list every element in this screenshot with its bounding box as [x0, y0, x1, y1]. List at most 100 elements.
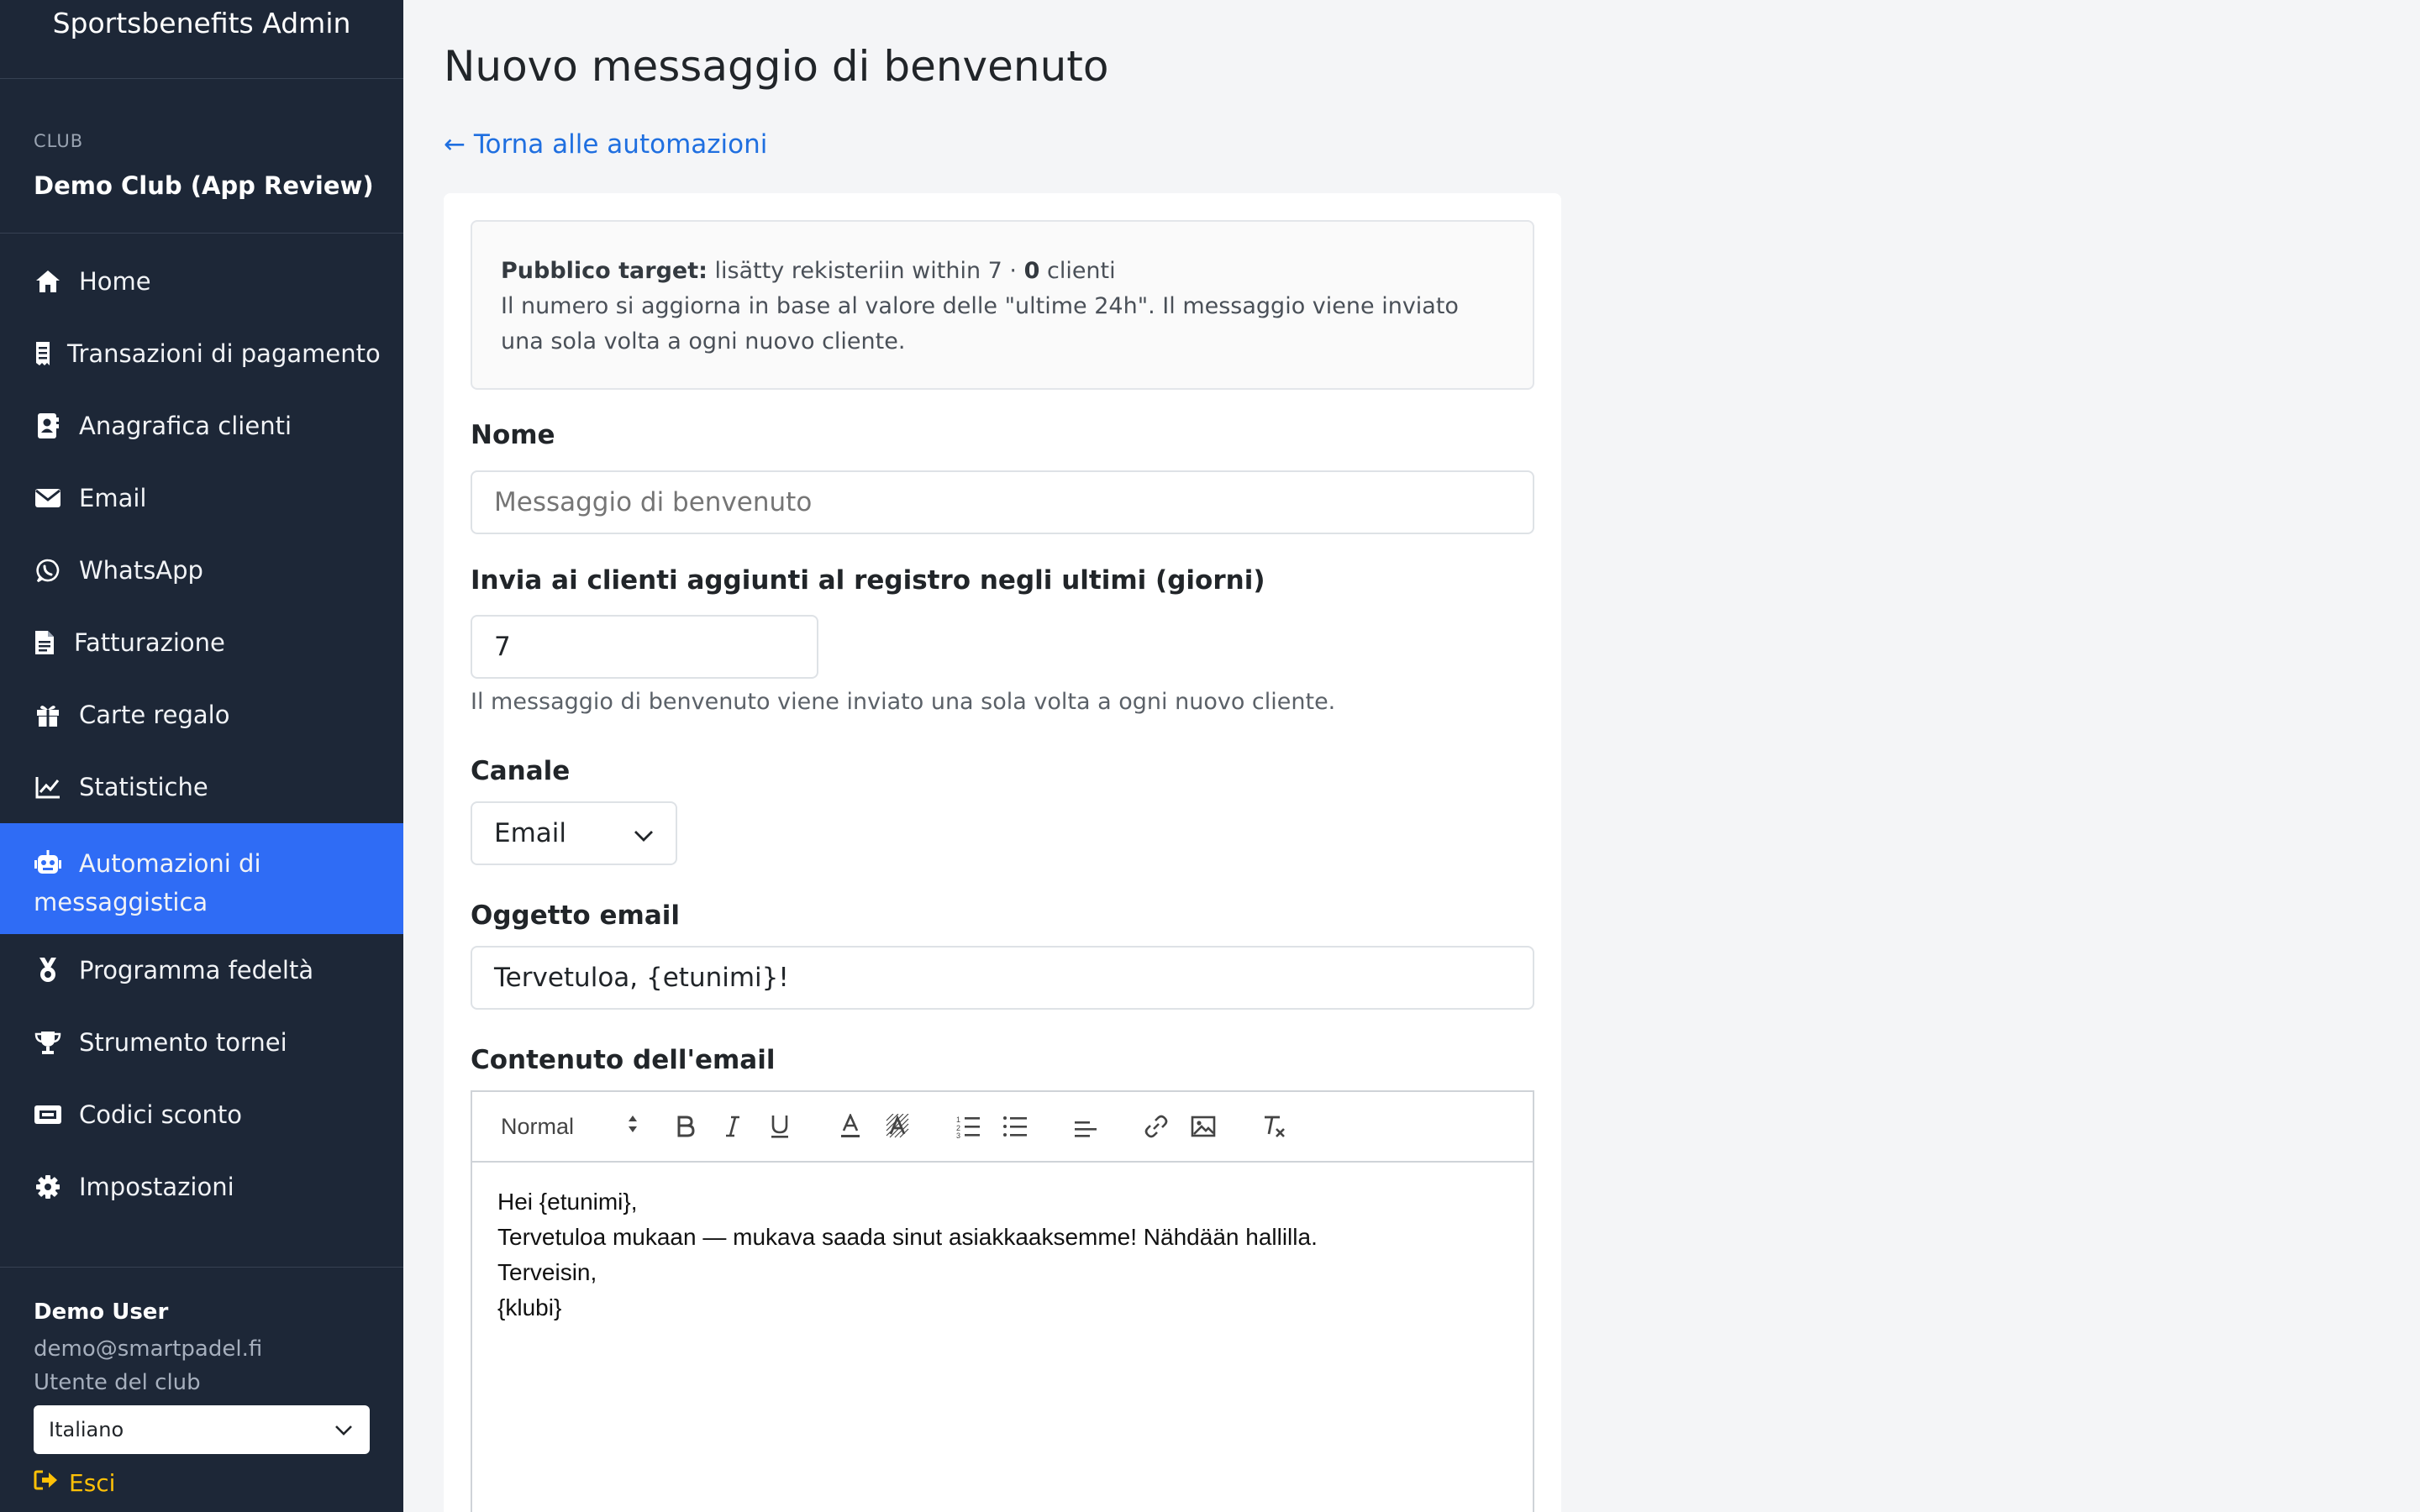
svg-text:1: 1 [956, 1116, 960, 1124]
link-icon[interactable] [1139, 1110, 1173, 1143]
background-color-icon[interactable] [881, 1110, 914, 1143]
club-block: CLUB Demo Club (App Review) [0, 79, 403, 234]
clear-format-icon[interactable] [1257, 1110, 1291, 1143]
back-link[interactable]: ← Torna alle automazioni [444, 129, 767, 160]
language-select[interactable]: Italiano [34, 1405, 370, 1454]
logout-button[interactable]: Esci [34, 1469, 370, 1497]
club-label: CLUB [34, 131, 84, 151]
sidebar-item-label: Email [79, 484, 147, 512]
audience-info-box: Pubblico target: lisätty rekisteriin wit… [471, 220, 1534, 390]
user-name: Demo User [34, 1299, 169, 1325]
sidebar-item-label: Statistiche [79, 773, 208, 801]
sidebar-item-automations-text: Automazioni di messaggistica [34, 849, 261, 916]
club-name: Demo Club (App Review) [34, 171, 374, 200]
chevron-down-icon [334, 1418, 353, 1441]
home-icon [34, 267, 62, 296]
whatsapp-icon [34, 556, 62, 585]
editor-line: Terveisin, [497, 1259, 597, 1285]
editor-content[interactable]: Hei {etunimi}, Tervetuloa mukaan — mukav… [472, 1163, 1533, 1347]
content-label: Contenuto dell'email [471, 1045, 776, 1075]
bold-icon[interactable] [669, 1110, 702, 1143]
audience-summary: Pubblico target: lisätty rekisteriin wit… [501, 254, 1504, 289]
channel-select[interactable]: Email [471, 801, 677, 865]
sidebar: Sportsbenefits Admin CLUB Demo Club (App… [0, 0, 403, 1512]
sidebar-item-label: Programma fedeltà [79, 956, 314, 984]
subject-input[interactable]: Tervetuloa, {etunimi}! [471, 946, 1534, 1010]
ticket-icon [34, 1100, 62, 1129]
contact-book-icon [34, 412, 62, 440]
rich-text-editor[interactable]: Normal 1 2 3 Hei {etunimi}, Tervetuloa m… [471, 1090, 1534, 1512]
sidebar-item-home[interactable]: Home [0, 245, 403, 318]
sidebar-item-automations[interactable]: Automazioni di messaggistica [0, 823, 403, 934]
days-help-text: Il messaggio di benvenuto viene inviato … [471, 689, 1336, 715]
ordered-list-icon[interactable]: 123 [951, 1110, 985, 1143]
editor-line: Hei {etunimi}, [497, 1189, 638, 1215]
align-icon[interactable] [1069, 1110, 1102, 1143]
sidebar-item-transactions[interactable]: Transazioni di pagamento [0, 318, 403, 390]
sidebar-item-loyalty[interactable]: Programma fedeltà [0, 934, 403, 1006]
channel-label: Canale [471, 756, 571, 786]
brand: Sportsbenefits Admin [0, 0, 403, 79]
sidebar-item-tournaments[interactable]: Strumento tornei [0, 1006, 403, 1079]
editor-toolbar: Normal 1 2 3 [472, 1092, 1533, 1163]
language-value: Italiano [49, 1418, 124, 1441]
chevron-down-icon [634, 818, 654, 848]
format-value: Normal [501, 1113, 575, 1139]
sidebar-item-billing[interactable]: Fatturazione [0, 606, 403, 679]
sidebar-item-clients[interactable]: Anagrafica clienti [0, 390, 403, 462]
gear-icon [34, 1173, 62, 1201]
robot-icon [34, 848, 62, 877]
italic-icon[interactable] [716, 1110, 750, 1143]
name-input[interactable] [471, 470, 1534, 534]
sidebar-item-whatsapp[interactable]: WhatsApp [0, 534, 403, 606]
sidebar-item-gift-cards[interactable]: Carte regalo [0, 679, 403, 751]
channel-value: Email [494, 818, 567, 848]
editor-line: Tervetuloa mukaan — mukava saada sinut a… [497, 1224, 1318, 1250]
sidebar-item-label: Transazioni di pagamento [67, 339, 381, 368]
subject-value: Tervetuloa, {etunimi}! [494, 963, 789, 993]
sidebar-item-label: Anagrafica clienti [79, 412, 292, 440]
days-input[interactable]: 7 [471, 615, 818, 679]
days-value: 7 [494, 632, 511, 662]
page-title: Nuovo messaggio di benvenuto [444, 42, 1109, 91]
sidebar-item-label: Codici sconto [79, 1100, 242, 1129]
user-email: demo@smartpadel.fi [34, 1336, 263, 1362]
audience-count: 0 [1023, 258, 1040, 284]
audience-text: lisätty rekisteriin within 7 · [714, 258, 1024, 284]
days-label: Invia ai clienti aggiunti al registro ne… [471, 565, 1265, 596]
sidebar-item-label: Strumento tornei [79, 1028, 287, 1057]
sort-arrows-icon [627, 1114, 639, 1140]
sidebar-nav: Home Transazioni di pagamento Anagrafica… [0, 234, 403, 1223]
sidebar-item-settings[interactable]: Impostazioni [0, 1151, 403, 1223]
brand-title: Sportsbenefits Admin [52, 7, 351, 39]
format-select[interactable]: Normal [501, 1110, 644, 1143]
sidebar-item-label: Fatturazione [74, 628, 225, 657]
text-color-icon[interactable] [834, 1110, 867, 1143]
bullet-list-icon[interactable] [998, 1110, 1032, 1143]
user-role: Utente del club [34, 1370, 201, 1395]
sidebar-item-email[interactable]: Email [0, 462, 403, 534]
sidebar-item-discount-codes[interactable]: Codici sconto [0, 1079, 403, 1151]
audience-count-suffix: clienti [1039, 258, 1116, 284]
form-card: Pubblico target: lisätty rekisteriin wit… [444, 193, 1561, 1512]
underline-icon[interactable] [763, 1110, 797, 1143]
logout-label: Esci [69, 1469, 116, 1497]
image-icon[interactable] [1186, 1110, 1220, 1143]
medal-icon [34, 956, 62, 984]
editor-line: {klubi} [497, 1294, 562, 1320]
receipt-icon [34, 339, 52, 368]
logout-icon [34, 1469, 59, 1497]
sidebar-item-label: WhatsApp [79, 556, 203, 585]
sidebar-item-label: Home [79, 267, 151, 296]
subject-label: Oggetto email [471, 900, 680, 931]
user-panel: Demo User demo@smartpadel.fi Utente del … [0, 1267, 403, 1497]
name-label: Nome [471, 420, 555, 450]
trophy-icon [34, 1028, 62, 1057]
invoice-icon [34, 628, 55, 657]
audience-description: Il numero si aggiorna in base al valore … [501, 293, 1459, 354]
sidebar-item-label: Automazioni di messaggistica [34, 843, 403, 921]
svg-text:3: 3 [956, 1131, 960, 1138]
sidebar-item-label: Carte regalo [79, 701, 230, 729]
envelope-icon [34, 484, 62, 512]
sidebar-item-statistics[interactable]: Statistiche [0, 751, 403, 823]
